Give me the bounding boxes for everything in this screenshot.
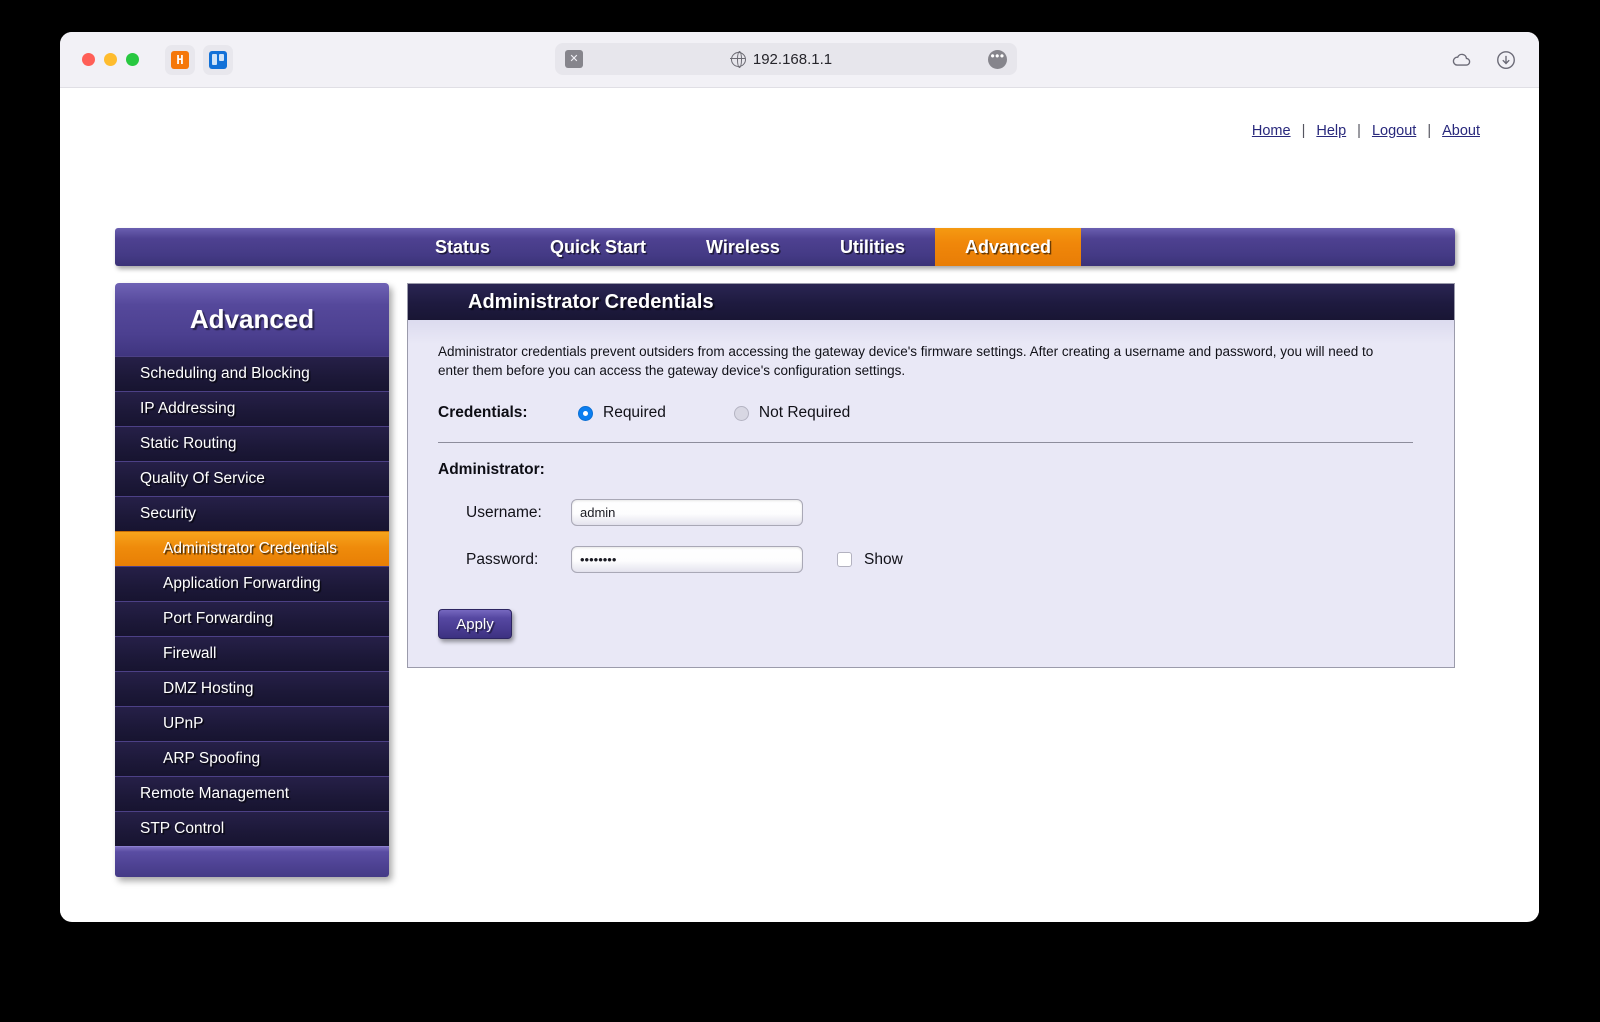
maximize-window-button[interactable] (126, 53, 139, 66)
tab-utilities[interactable]: Utilities (810, 228, 935, 266)
nav-spacer-left (115, 228, 405, 266)
show-password-label: Show (864, 551, 903, 569)
tab-quick-start[interactable]: Quick Start (520, 228, 676, 266)
apply-button[interactable]: Apply (438, 609, 512, 639)
username-input[interactable] (571, 499, 803, 526)
sidebar-item-ip-addressing[interactable]: IP Addressing (115, 391, 389, 426)
content-panel: Administrator Credentials Administrator … (407, 283, 1455, 668)
content-body: Administrator credentials prevent outsid… (408, 320, 1454, 667)
sidebar-item-application-forwarding[interactable]: Application Forwarding (115, 566, 389, 601)
url-text: 192.168.1.1 (753, 51, 832, 68)
sidebar-item-administrator-credentials[interactable]: Administrator Credentials (115, 531, 389, 566)
show-password-toggle[interactable]: Show (837, 551, 903, 569)
top-navigation-links: Home | Help | Logout | About (1241, 123, 1491, 139)
sidebar-item-firewall[interactable]: Firewall (115, 636, 389, 671)
advanced-sidebar: Advanced Scheduling and Blocking IP Addr… (115, 283, 389, 877)
radio-required[interactable]: Required (578, 404, 666, 422)
sidebar-item-quality-of-service[interactable]: Quality Of Service (115, 461, 389, 496)
tab-status[interactable]: Status (405, 228, 520, 266)
trello-board-icon (209, 51, 227, 69)
window-controls[interactable] (82, 53, 139, 66)
titlebar-right-icons (1451, 32, 1517, 88)
username-label: Username: (466, 504, 571, 522)
browser-titlebar: H ✕ 192.168.1.1 ••• (60, 32, 1539, 88)
url-display: 192.168.1.1 (575, 51, 988, 68)
link-help[interactable]: Help (1305, 123, 1357, 139)
description-text: Administrator credentials prevent outsid… (438, 342, 1403, 380)
radio-required-label: Required (603, 404, 666, 422)
sidebar-item-static-routing[interactable]: Static Routing (115, 426, 389, 461)
extension-buttons: H (165, 45, 233, 75)
password-input[interactable] (571, 546, 803, 573)
nav-spacer-right (1081, 228, 1455, 266)
administrator-section-label: Administrator: (438, 461, 1424, 479)
router-admin-page: Home | Help | Logout | About Status Quic… (60, 88, 1539, 921)
sidebar-item-dmz-hosting[interactable]: DMZ Hosting (115, 671, 389, 706)
show-password-checkbox[interactable] (837, 552, 852, 567)
browser-window: H ✕ 192.168.1.1 ••• Hom (60, 32, 1539, 922)
sidebar-item-scheduling-and-blocking[interactable]: Scheduling and Blocking (115, 356, 389, 391)
section-divider (438, 442, 1413, 443)
download-icon[interactable] (1495, 49, 1517, 71)
main-navigation-bar: Status Quick Start Wireless Utilities Ad… (115, 228, 1455, 266)
cloud-icon[interactable] (1451, 49, 1473, 71)
hubspot-extension-button[interactable]: H (165, 45, 195, 75)
radio-not-required[interactable]: Not Required (734, 404, 850, 422)
radio-not-required-label: Not Required (759, 404, 850, 422)
radio-required-input[interactable] (578, 406, 593, 421)
sidebar-item-arp-spoofing[interactable]: ARP Spoofing (115, 741, 389, 776)
sidebar-title: Advanced (115, 283, 389, 356)
tab-advanced[interactable]: Advanced (935, 228, 1081, 266)
address-bar[interactable]: ✕ 192.168.1.1 ••• (555, 43, 1017, 75)
link-logout[interactable]: Logout (1361, 123, 1427, 139)
sidebar-item-upnp[interactable]: UPnP (115, 706, 389, 741)
sidebar-footer (115, 846, 389, 877)
sidebar-item-security[interactable]: Security (115, 496, 389, 531)
trello-extension-button[interactable] (203, 45, 233, 75)
minimize-window-button[interactable] (104, 53, 117, 66)
credentials-label: Credentials: (438, 404, 578, 422)
link-home[interactable]: Home (1241, 123, 1302, 139)
hubspot-icon: H (171, 51, 189, 69)
credentials-row: Credentials: Required Not Required (438, 404, 1424, 422)
page-menu-icon[interactable]: ••• (988, 50, 1007, 69)
password-row: Password: Show (438, 546, 1424, 573)
sidebar-item-port-forwarding[interactable]: Port Forwarding (115, 601, 389, 636)
radio-not-required-input[interactable] (734, 406, 749, 421)
sidebar-item-stp-control[interactable]: STP Control (115, 811, 389, 846)
page-title: Administrator Credentials (408, 284, 1454, 320)
globe-icon (731, 52, 746, 67)
link-about[interactable]: About (1431, 123, 1491, 139)
username-row: Username: (438, 499, 1424, 526)
sidebar-item-remote-management[interactable]: Remote Management (115, 776, 389, 811)
tab-wireless[interactable]: Wireless (676, 228, 810, 266)
password-label: Password: (466, 551, 571, 569)
close-window-button[interactable] (82, 53, 95, 66)
